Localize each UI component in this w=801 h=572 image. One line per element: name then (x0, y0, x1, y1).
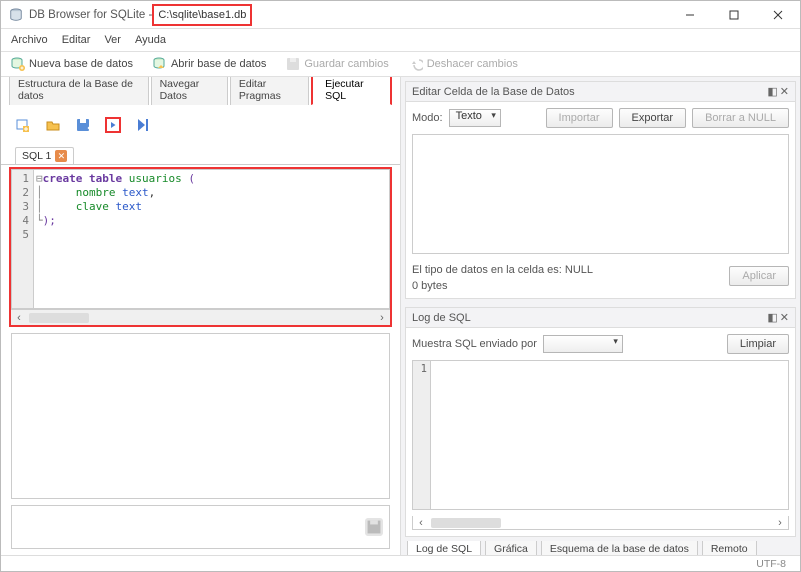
right-pane: Editar Celda de la Base de Datos ◧ ✕ Mod… (401, 77, 800, 555)
scroll-thumb[interactable] (29, 313, 89, 323)
statusbar: UTF-8 (1, 555, 800, 571)
undock-icon[interactable]: ◧ (767, 85, 777, 98)
open-database-button[interactable]: Abrir base de datos (153, 57, 266, 71)
editor-scrollbar[interactable]: ‹ › (11, 309, 390, 325)
export-button[interactable]: Exportar (619, 108, 687, 128)
open-db-label: Abrir base de datos (171, 58, 266, 70)
dock-tab-schema[interactable]: Esquema de la base de datos (541, 541, 698, 555)
main-area: Estructura de la Base de datos Navegar D… (1, 77, 800, 555)
right-dock-tabs: Log de SQL Gráfica Esquema de la base de… (401, 541, 800, 555)
titlebar: DB Browser for SQLite - C:\sqlite\base1.… (1, 1, 800, 29)
sql-file-tab-label: SQL 1 (22, 150, 51, 162)
sql-editor[interactable]: 1 2 3 4 5 ⊟create table usuarios ( │ nom… (11, 169, 390, 309)
log-text[interactable]: 1 (412, 360, 789, 510)
clear-log-button[interactable]: Limpiar (727, 334, 789, 354)
close-pane-icon[interactable]: ✕ (780, 85, 789, 98)
open-sql-icon[interactable] (45, 117, 61, 133)
save-changes-button[interactable]: Guardar cambios (286, 57, 388, 71)
new-db-label: Nueva base de datos (29, 58, 133, 70)
import-button[interactable]: Importar (546, 108, 613, 128)
cell-type-info: El tipo de datos en la celda es: NULL (412, 264, 593, 276)
save-sql-icon[interactable] (75, 117, 91, 133)
line-gutter: 1 2 3 4 5 (12, 170, 34, 308)
scroll-right-icon[interactable]: › (374, 312, 390, 324)
menu-ayuda[interactable]: Ayuda (135, 34, 166, 46)
apply-button[interactable]: Aplicar (729, 266, 789, 286)
edit-cell-title: Editar Celda de la Base de Datos (412, 86, 575, 98)
tabs-strip: Estructura de la Base de datos Navegar D… (1, 81, 400, 105)
window-controls (668, 1, 800, 29)
results-grid[interactable] (11, 333, 390, 499)
undock-log-icon[interactable]: ◧ (767, 311, 777, 324)
sql-file-tab-1[interactable]: SQL 1 ✕ (15, 147, 74, 164)
sql-log-pane: Log de SQL ◧ ✕ Muestra SQL enviado por L… (405, 307, 796, 537)
run-sql-button[interactable] (105, 117, 121, 133)
edit-cell-pane: Editar Celda de la Base de Datos ◧ ✕ Mod… (405, 81, 796, 299)
log-scroll-right-icon[interactable]: › (772, 517, 788, 529)
cell-size-info: 0 bytes (412, 280, 593, 292)
scroll-left-icon[interactable]: ‹ (11, 312, 27, 324)
dock-tab-chart[interactable]: Gráfica (485, 541, 537, 555)
undo-icon (409, 57, 423, 71)
save-label: Guardar cambios (304, 58, 388, 70)
sql-editor-wrap: 1 2 3 4 5 ⊟create table usuarios ( │ nom… (9, 167, 392, 327)
dock-tab-remote[interactable]: Remoto (702, 541, 757, 555)
tab-execute-sql[interactable]: Ejecutar SQL (311, 77, 392, 105)
new-database-button[interactable]: Nueva base de datos (11, 57, 133, 71)
close-button[interactable] (756, 1, 800, 29)
log-filter-label: Muestra SQL enviado por (412, 338, 537, 350)
run-line-icon[interactable] (135, 117, 151, 133)
left-pane: Estructura de la Base de datos Navegar D… (1, 77, 401, 555)
cell-textarea[interactable] (412, 134, 789, 254)
tab-pragmas[interactable]: Editar Pragmas (230, 77, 309, 105)
encoding-label: UTF-8 (756, 558, 786, 570)
sql-file-tabs: SQL 1 ✕ (1, 143, 400, 165)
new-db-icon (11, 57, 25, 71)
mode-label: Modo: (412, 112, 443, 124)
log-scroll-thumb[interactable] (431, 518, 501, 528)
revert-label: Deshacer cambios (427, 58, 518, 70)
save-result-icon[interactable] (365, 518, 383, 536)
app-name: DB Browser for SQLite - (29, 9, 152, 21)
mode-select[interactable]: Texto (449, 109, 501, 127)
null-button[interactable]: Borrar a NULL (692, 108, 789, 128)
close-log-icon[interactable]: ✕ (780, 311, 789, 324)
menu-editar[interactable]: Editar (62, 34, 91, 46)
revert-changes-button[interactable]: Deshacer cambios (409, 57, 518, 71)
log-scrollbar[interactable]: ‹ › (412, 516, 789, 530)
dock-tab-log[interactable]: Log de SQL (407, 541, 481, 555)
log-filter-select[interactable] (543, 335, 623, 353)
log-title: Log de SQL (412, 312, 471, 324)
menu-archivo[interactable]: Archivo (11, 34, 48, 46)
close-sql-tab-icon[interactable]: ✕ (55, 150, 67, 162)
log-gutter: 1 (413, 361, 431, 509)
message-area (11, 505, 390, 549)
file-path: C:\sqlite\base1.db (152, 4, 252, 26)
new-tab-icon[interactable] (15, 117, 31, 133)
sql-code[interactable]: ⊟create table usuarios ( │ nombre text, … (34, 170, 389, 308)
main-toolbar: Nueva base de datos Abrir base de datos … (1, 51, 800, 77)
database-icon (9, 8, 23, 22)
minimize-button[interactable] (668, 1, 712, 29)
tab-browse[interactable]: Navegar Datos (151, 77, 228, 105)
maximize-button[interactable] (712, 1, 756, 29)
save-icon (286, 57, 300, 71)
menubar: Archivo Editar Ver Ayuda (1, 29, 800, 51)
menu-ver[interactable]: Ver (104, 34, 121, 46)
tab-structure[interactable]: Estructura de la Base de datos (9, 77, 149, 105)
log-scroll-left-icon[interactable]: ‹ (413, 517, 429, 529)
sql-toolbar (1, 111, 400, 139)
open-db-icon (153, 57, 167, 71)
